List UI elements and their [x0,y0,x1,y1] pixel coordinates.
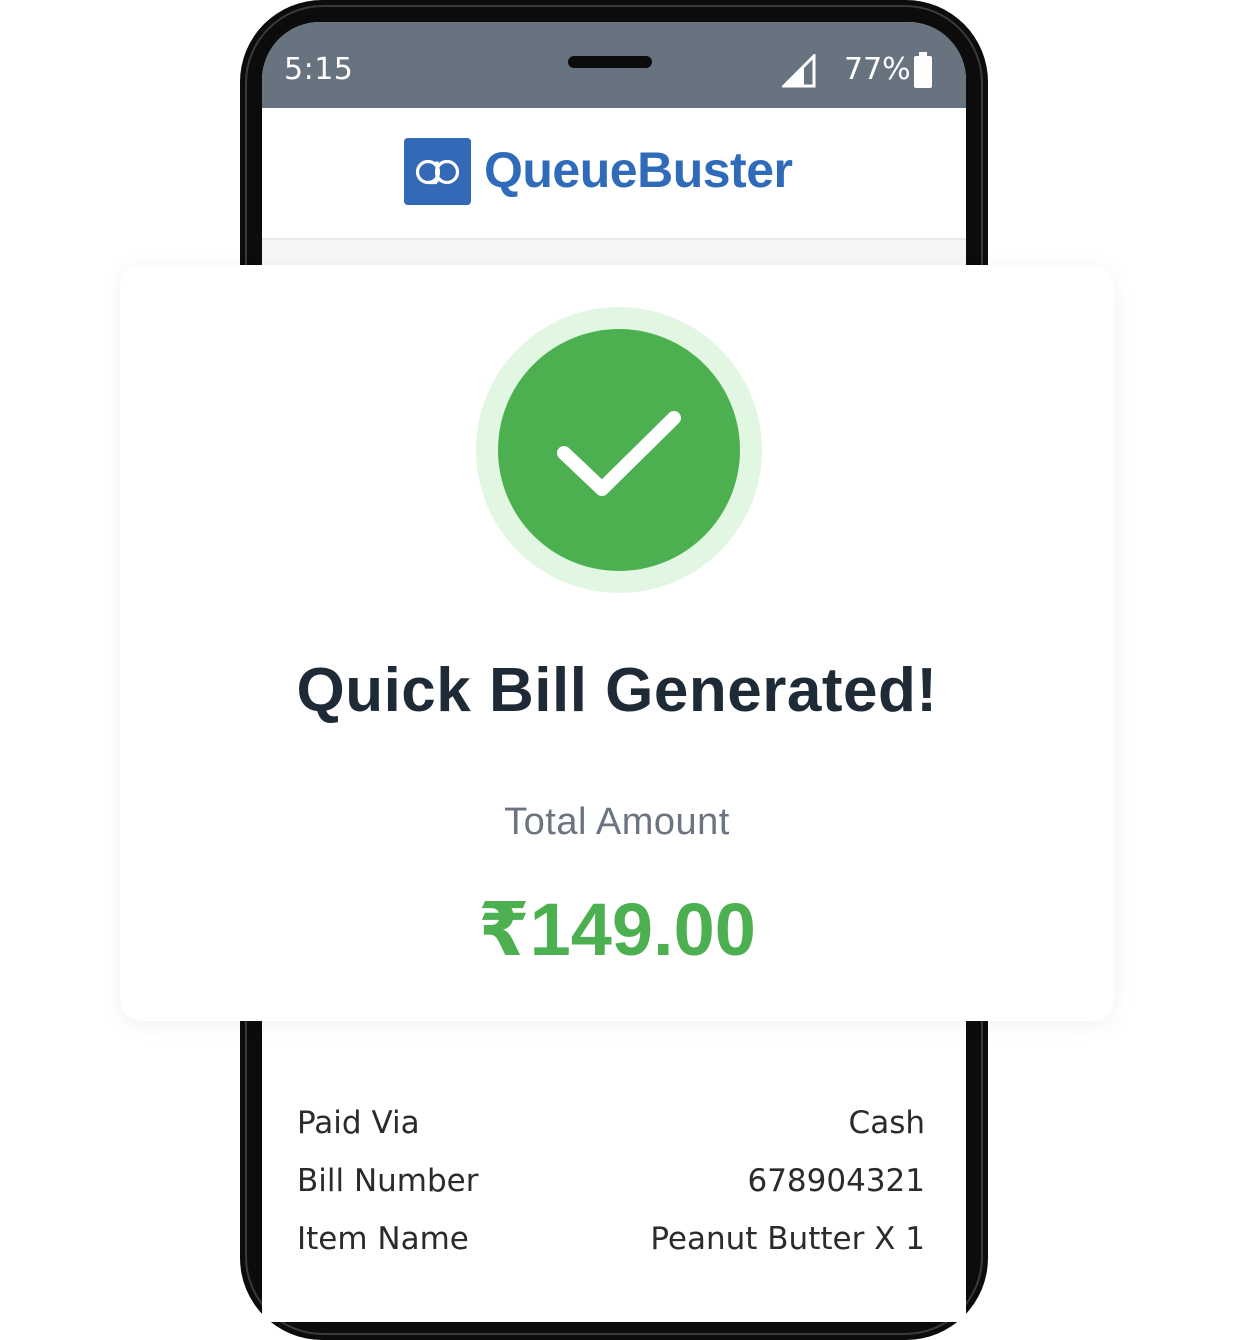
speaker-notch [568,56,652,68]
signal-icon [782,54,816,88]
total-amount-label: Total Amount [504,801,730,843]
detail-label: Bill Number [297,1163,479,1199]
battery-icon [914,52,932,88]
detail-label: Paid Via [297,1105,420,1141]
battery-percent: 77% [844,52,911,87]
brand-name: QueueBuster [484,142,793,198]
detail-label: Item Name [297,1221,469,1257]
bill-success-card: Quick Bill Generated! Total Amount ₹149.… [120,265,1114,1021]
card-title: Quick Bill Generated! [296,656,938,725]
check-icon [557,411,681,496]
app-header: QueueBuster [262,108,966,240]
detail-value: Peanut Butter X 1 [650,1221,925,1257]
detail-value: 678904321 [747,1163,925,1199]
status-time: 5:15 [284,52,354,87]
status-bar: 5:15 77% [262,22,966,108]
success-badge [498,329,740,571]
total-amount-value: ₹149.00 [478,888,756,971]
detail-value: Cash [848,1105,925,1141]
receipt-details: Paid Via Cash Bill Number 678904321 Item… [262,1020,966,1322]
queuebuster-logo-icon [404,138,471,205]
detail-row-bill-number: Bill Number 678904321 [297,1163,925,1203]
detail-row-paid-via: Paid Via Cash [297,1105,925,1145]
detail-row-item-name: Item Name Peanut Butter X 1 [297,1221,925,1261]
